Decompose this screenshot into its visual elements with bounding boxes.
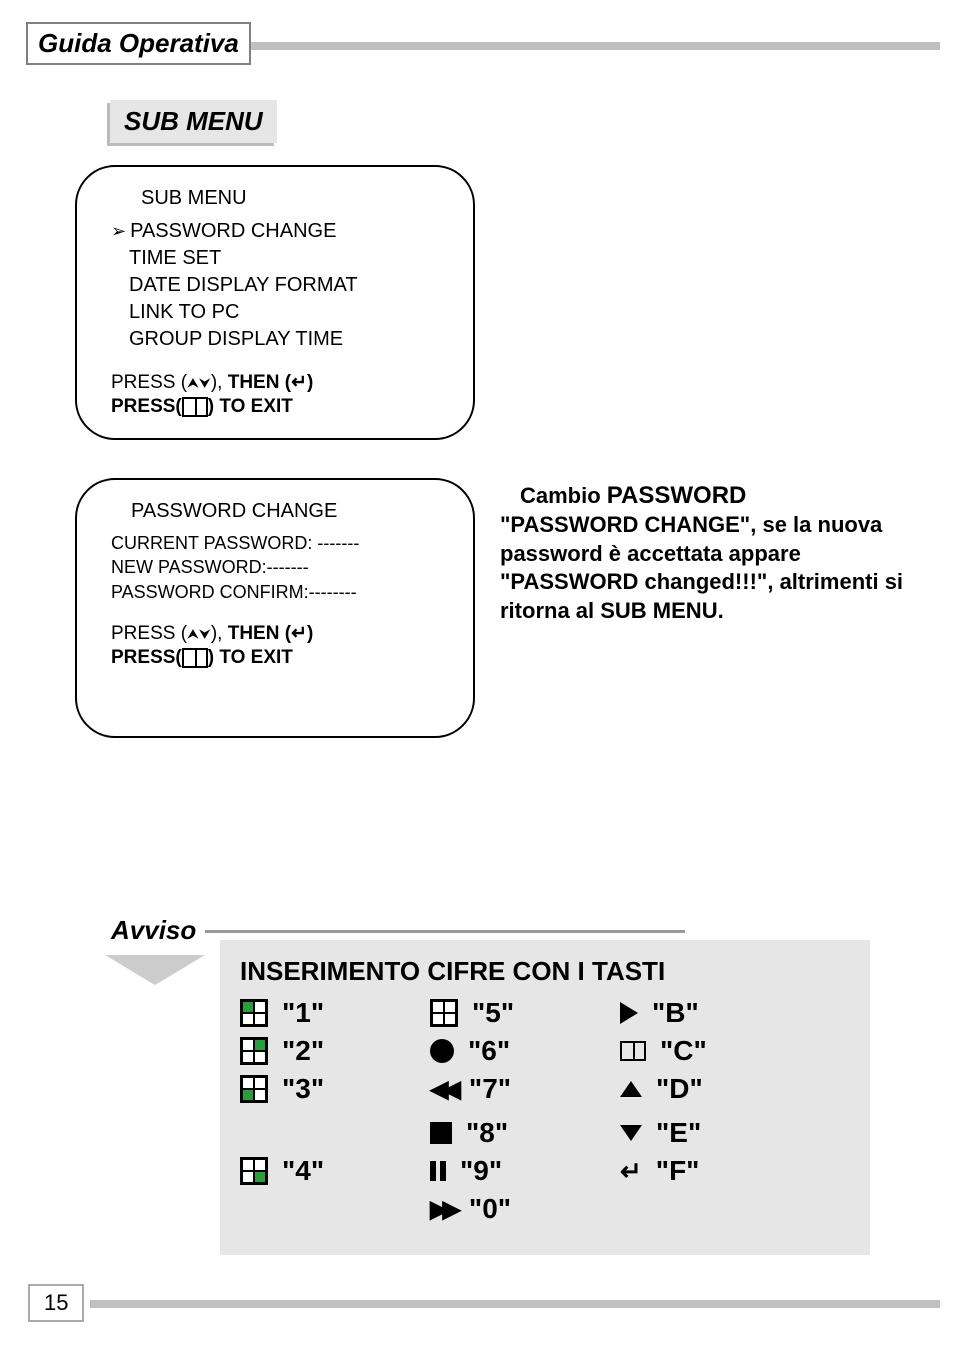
bottom-rule bbox=[90, 1300, 940, 1308]
key-grid: "1" "5" "B" "2" "6" "C" "3" ◀◀"7" "D" "8… bbox=[240, 997, 850, 1225]
updown-icon: ⮝⮟ bbox=[187, 374, 211, 390]
stop-icon bbox=[430, 1122, 452, 1144]
down-icon bbox=[620, 1125, 642, 1141]
page-number: 15 bbox=[28, 1284, 84, 1322]
top-rule bbox=[240, 42, 940, 50]
menu-item-date-format: DATE DISPLAY FORMAT bbox=[129, 272, 449, 299]
confirm-password-line: PASSWORD CONFIRM:-------- bbox=[111, 580, 449, 604]
avviso-title: INSERIMENTO CIFRE CON I TASTI bbox=[240, 956, 850, 987]
key-1: "1" bbox=[240, 997, 430, 1029]
key-B: "B" bbox=[620, 997, 810, 1029]
panel1-exit-line: PRESS() TO EXIT bbox=[111, 396, 449, 418]
menu-item-link-pc: LINK TO PC bbox=[129, 299, 449, 326]
updown-icon: ⮝⮟ bbox=[187, 625, 211, 641]
quad-icon-2 bbox=[240, 1037, 268, 1065]
panel2-press-line: PRESS (⮝⮟), THEN (↵) bbox=[111, 622, 449, 645]
book-icon bbox=[182, 397, 208, 417]
enter-icon: ↵ bbox=[620, 1156, 642, 1187]
new-password-line: NEW PASSWORD:------- bbox=[111, 555, 449, 579]
key-0: ▶▶"0" bbox=[430, 1193, 620, 1225]
key-6: "6" bbox=[430, 1035, 620, 1067]
key-8: "8" bbox=[430, 1117, 620, 1149]
description-title: Cambio PASSWORD bbox=[500, 480, 920, 511]
section-title-tab: Guida Operativa bbox=[26, 22, 251, 65]
key-D: "D" bbox=[620, 1073, 810, 1105]
book-icon bbox=[620, 1041, 646, 1061]
quad-icon-1 bbox=[240, 999, 268, 1027]
panel2-title: PASSWORD CHANGE bbox=[131, 500, 449, 523]
submenu-panel: SUB MENU PASSWORD CHANGE TIME SET DATE D… bbox=[75, 165, 475, 440]
book-icon bbox=[182, 648, 208, 668]
avviso-label: Avviso bbox=[105, 915, 202, 946]
quad-icon-3 bbox=[240, 1075, 268, 1103]
panel1-press-line: PRESS (⮝⮟), THEN (↵) bbox=[111, 371, 449, 394]
description-block: Cambio PASSWORD "PASSWORD CHANGE", se la… bbox=[500, 480, 920, 626]
description-body: "PASSWORD CHANGE", se la nuova password … bbox=[500, 511, 920, 625]
rewind-icon: ◀◀ bbox=[430, 1075, 455, 1104]
current-password-line: CURRENT PASSWORD: ------- bbox=[111, 531, 449, 555]
avviso-rule bbox=[205, 930, 685, 933]
key-E: "E" bbox=[620, 1117, 810, 1149]
key-9: "9" bbox=[430, 1155, 620, 1187]
menu-item-group-display: GROUP DISPLAY TIME bbox=[129, 326, 449, 353]
play-icon bbox=[620, 1002, 638, 1024]
panel1-title: SUB MENU bbox=[141, 187, 449, 210]
key-7: ◀◀"7" bbox=[430, 1073, 620, 1105]
circle-icon bbox=[430, 1039, 454, 1063]
menu-item-password-change: PASSWORD CHANGE bbox=[111, 218, 449, 245]
menu-item-time-set: TIME SET bbox=[129, 245, 449, 272]
quad-icon-4 bbox=[240, 1157, 268, 1185]
key-4: "4" bbox=[240, 1155, 430, 1187]
key-3: "3" bbox=[240, 1073, 430, 1105]
key-5: "5" bbox=[430, 997, 620, 1029]
avviso-triangle-icon bbox=[105, 955, 205, 985]
pause-icon bbox=[430, 1161, 446, 1181]
key-F: ↵"F" bbox=[620, 1155, 810, 1187]
panel2-exit-line: PRESS() TO EXIT bbox=[111, 647, 449, 669]
up-icon bbox=[620, 1081, 642, 1097]
submenu-heading: SUB MENU bbox=[110, 100, 277, 143]
key-C: "C" bbox=[620, 1035, 810, 1067]
password-change-panel: PASSWORD CHANGE CURRENT PASSWORD: ------… bbox=[75, 478, 475, 738]
quad-icon-5 bbox=[430, 999, 458, 1027]
key-2: "2" bbox=[240, 1035, 430, 1067]
forward-icon: ▶▶ bbox=[430, 1195, 455, 1224]
avviso-box: INSERIMENTO CIFRE CON I TASTI "1" "5" "B… bbox=[220, 940, 870, 1255]
